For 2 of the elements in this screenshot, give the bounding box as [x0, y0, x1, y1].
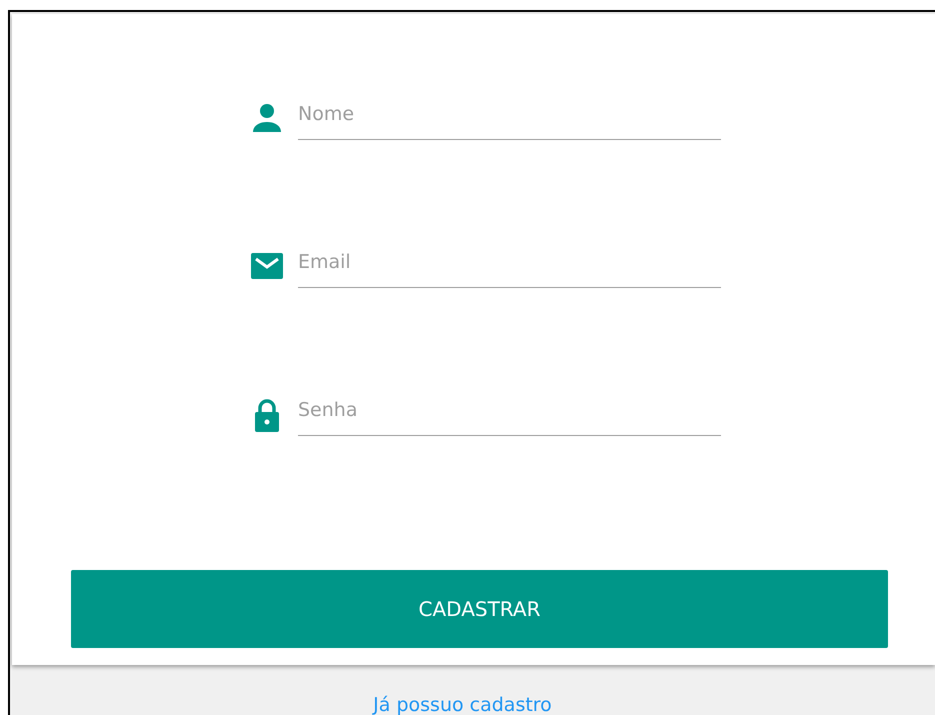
register-button[interactable]: CADASTRAR	[71, 570, 888, 648]
login-link[interactable]: Já possuo cadastro	[373, 691, 552, 715]
